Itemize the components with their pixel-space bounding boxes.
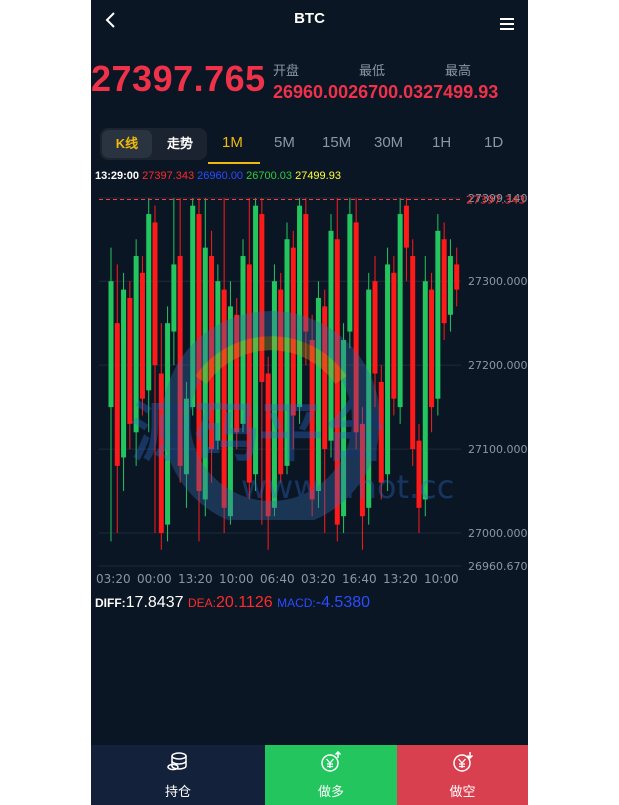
yen-up-icon xyxy=(321,751,342,772)
y-axis-label: 26960.6700 xyxy=(468,560,528,573)
candle-body xyxy=(215,281,221,441)
last-price-label: 27397.343 xyxy=(466,194,526,207)
candle-body xyxy=(397,214,403,408)
candle-body xyxy=(146,214,152,391)
candle-body xyxy=(121,289,127,458)
candle-body xyxy=(234,314,240,433)
y-axis-label: 27100.0000 xyxy=(468,443,528,456)
candle-body xyxy=(359,423,365,517)
candle-body xyxy=(127,297,133,424)
candle-body xyxy=(366,289,372,508)
candle-body xyxy=(158,373,164,533)
y-axis-label: 27200.0000 xyxy=(468,359,528,372)
candle-body xyxy=(385,264,391,475)
y-axis-label: 27000.0000 xyxy=(468,527,528,540)
candle-body xyxy=(221,289,227,508)
candle-body xyxy=(240,256,246,424)
candle-body xyxy=(435,230,441,399)
candle-body xyxy=(347,214,353,332)
x-axis-label: 03:20 xyxy=(301,572,336,586)
candle-body xyxy=(265,373,271,517)
candle-body xyxy=(403,205,409,248)
x-axis-label: 10:00 xyxy=(219,572,254,586)
candle-body xyxy=(271,281,277,508)
candle-body xyxy=(290,247,296,416)
x-axis-label: 13:20 xyxy=(178,572,213,586)
candle-body xyxy=(441,239,447,324)
candle-body xyxy=(322,306,328,450)
hold-button[interactable]: 持仓 xyxy=(91,745,265,805)
candle-body xyxy=(447,256,453,315)
candle-body xyxy=(108,281,114,408)
kline-chart[interactable]: 27399.140027300.000027200.000027100.0000… xyxy=(91,0,528,600)
candle-body xyxy=(253,205,259,475)
candle-body xyxy=(246,264,252,483)
candle-body xyxy=(328,230,334,441)
long-label: 做多 xyxy=(317,784,344,799)
short-button[interactable]: 做空 xyxy=(397,745,528,805)
x-axis-label: 13:20 xyxy=(383,572,418,586)
x-axis-label: 03:20 xyxy=(96,572,131,586)
candle-body xyxy=(410,256,416,450)
candle-body xyxy=(259,214,265,382)
yen-down-icon xyxy=(452,752,473,772)
hold-label: 持仓 xyxy=(164,784,191,799)
candle-body xyxy=(171,264,177,332)
dea-label: DEA: xyxy=(187,596,216,610)
candle-body xyxy=(133,256,139,433)
candle-body xyxy=(284,239,290,466)
candle-body xyxy=(202,247,208,500)
candle-body xyxy=(114,323,120,466)
candle-body xyxy=(422,281,428,500)
candle-body xyxy=(183,398,189,475)
candle-body xyxy=(278,289,284,475)
macd-legend: DIFF:17.8437 DEA:20.1126 MACD:-4.5380 xyxy=(95,594,370,612)
coins-icon xyxy=(167,752,187,771)
candle-body xyxy=(190,205,196,408)
x-axis-label: 16:40 xyxy=(342,572,377,586)
long-button[interactable]: 做多 xyxy=(265,745,397,805)
candle-body xyxy=(416,440,422,508)
bottom-action-bar: 持仓 做多 做空 xyxy=(91,745,528,805)
candle-body xyxy=(196,214,202,492)
candle-body xyxy=(165,323,171,525)
candle-body xyxy=(341,339,347,517)
candle-body xyxy=(378,381,384,483)
candle-body xyxy=(454,264,460,290)
dea-value: 20.1126 xyxy=(215,594,273,611)
candle-body xyxy=(227,306,233,517)
macd-value: -4.5380 xyxy=(315,594,371,611)
candle-body xyxy=(152,222,158,366)
candle-body xyxy=(297,205,303,408)
candle-body xyxy=(353,222,359,433)
diff-value: 17.8437 xyxy=(125,594,184,611)
candle-body xyxy=(334,239,340,525)
macd-label: MACD: xyxy=(277,596,316,610)
x-axis-label: 00:00 xyxy=(137,572,172,586)
y-axis-label: 27300.0000 xyxy=(468,275,528,288)
candle-body xyxy=(391,272,397,399)
candle-body xyxy=(139,272,145,399)
candle-body xyxy=(309,339,315,500)
candle-body xyxy=(429,289,435,408)
candle-body xyxy=(209,256,215,450)
candle-body xyxy=(372,281,378,374)
x-axis-label: 10:00 xyxy=(424,572,459,586)
candle-body xyxy=(303,214,309,332)
phone-screen: BTC 27397.765 开盘 最低 最高 26960.0026700.032… xyxy=(91,0,528,805)
short-label: 做空 xyxy=(449,784,476,799)
x-axis-label: 06:40 xyxy=(260,572,295,586)
diff-label: DIFF: xyxy=(95,596,126,610)
candle-body xyxy=(177,256,183,466)
candle-body xyxy=(315,297,321,492)
